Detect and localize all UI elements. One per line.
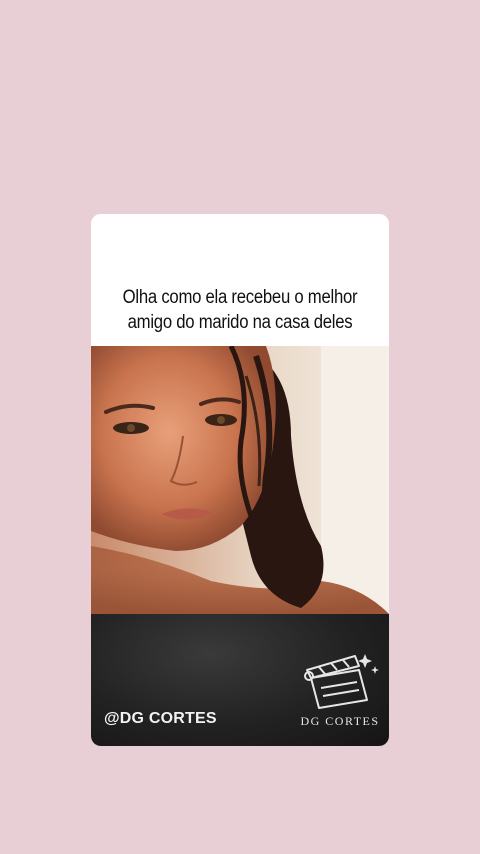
screen: Olha como ela recebeu o melhor amigo do …: [0, 0, 480, 854]
video-still-image: [91, 346, 389, 614]
channel-handle[interactable]: @DG CORTES: [104, 710, 217, 728]
video-frame[interactable]: [91, 346, 389, 614]
post-footer: @DG CORTES DG CORTES: [91, 614, 389, 746]
post-caption: Olha como ela recebeu o melhor amigo do …: [122, 287, 358, 333]
caption-area: Olha como ela recebeu o melhor amigo do …: [91, 214, 389, 346]
video-post-card[interactable]: Olha como ela recebeu o melhor amigo do …: [91, 214, 389, 746]
logo-text: DG CORTES: [300, 714, 380, 728]
brand-logo: DG CORTES: [297, 648, 383, 734]
clapperboard-icon: [304, 654, 379, 709]
